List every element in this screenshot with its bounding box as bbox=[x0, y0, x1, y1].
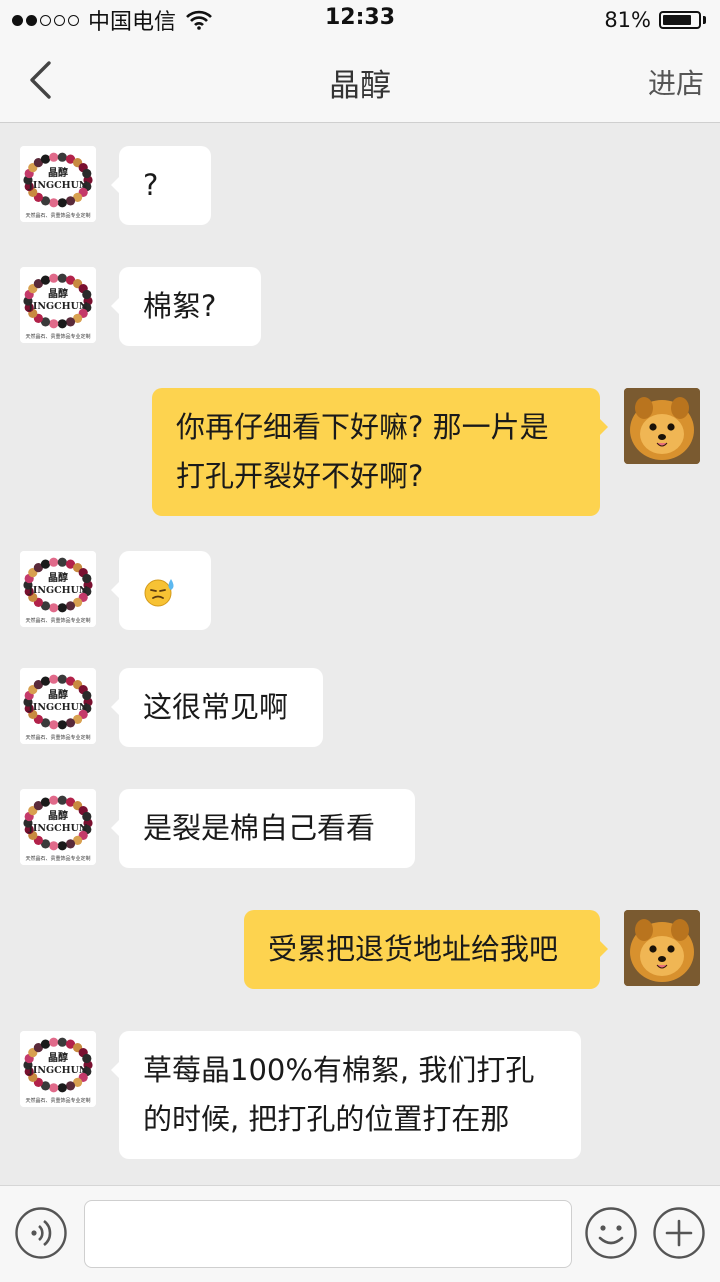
message-text: 是裂是棉自己看看 bbox=[143, 811, 376, 845]
store-avatar[interactable]: 晶醇 JINGCHUN 天然晶石、贵重饰品专业定制 bbox=[20, 668, 96, 744]
battery-status: 81% bbox=[604, 6, 706, 34]
incoming-message-bubble[interactable] bbox=[111, 551, 211, 630]
incoming-message-bubble[interactable]: 是裂是棉自己看看 bbox=[111, 789, 415, 868]
user-avatar[interactable] bbox=[624, 388, 700, 464]
message-text: 的时候, 把打孔的位置打在那 bbox=[143, 1102, 510, 1136]
avatar-name: 晶醇 bbox=[48, 1051, 68, 1064]
avatar-name: 晶醇 bbox=[48, 166, 68, 179]
status-bar: 中国电信 12:33 81% bbox=[0, 0, 720, 40]
nav-bar: 晶醇 进店 bbox=[0, 40, 720, 123]
avatar-brand: JINGCHUN bbox=[27, 301, 88, 312]
plus-icon bbox=[653, 1207, 705, 1259]
avatar-brand: JINGCHUN bbox=[27, 585, 88, 596]
store-avatar[interactable]: 晶醇 JINGCHUN 天然晶石、贵重饰品专业定制 bbox=[20, 789, 96, 865]
avatar-tagline: 天然晶石、贵重饰品专业定制 bbox=[25, 617, 90, 624]
avatar-brand: JINGCHUN bbox=[27, 180, 88, 191]
avatar-tagline: 天然晶石、贵重饰品专业定制 bbox=[25, 734, 90, 741]
more-button[interactable] bbox=[652, 1206, 706, 1260]
battery-cap bbox=[703, 16, 706, 24]
message-input[interactable] bbox=[84, 1200, 572, 1268]
avatar-name: 晶醇 bbox=[48, 571, 68, 584]
sweat-smile-emoji-icon bbox=[143, 573, 177, 607]
message-text: ? bbox=[143, 168, 159, 202]
message-text: 受累把退货地址给我吧 bbox=[268, 932, 559, 966]
outgoing-message-bubble[interactable]: 受累把退货地址给我吧 bbox=[244, 910, 608, 989]
outgoing-message-bubble[interactable]: 你再仔细看下好嘛? 那一片是 打孔开裂好不好啊? bbox=[152, 388, 608, 516]
avatar-tagline: 天然晶石、贵重饰品专业定制 bbox=[25, 212, 90, 219]
message-text: 棉絮? bbox=[143, 289, 217, 323]
store-avatar[interactable]: 晶醇 JINGCHUN 天然晶石、贵重饰品专业定制 bbox=[20, 1031, 96, 1107]
message-text: 这很常见啊 bbox=[143, 690, 289, 724]
page-title: 晶醇 bbox=[329, 68, 391, 104]
incoming-message-bubble[interactable]: 这很常见啊 bbox=[111, 668, 323, 747]
avatar-tagline: 天然晶石、贵重饰品专业定制 bbox=[25, 1097, 90, 1104]
avatar-name: 晶醇 bbox=[48, 688, 68, 701]
incoming-message-bubble[interactable]: 草莓晶100%有棉絮, 我们打孔 的时候, 把打孔的位置打在那 bbox=[111, 1031, 581, 1159]
emoji-button[interactable] bbox=[584, 1206, 638, 1260]
avatar-name: 晶醇 bbox=[48, 809, 68, 822]
store-avatar[interactable]: 晶醇 JINGCHUN 天然晶石、贵重饰品专业定制 bbox=[20, 146, 96, 222]
enter-store-link[interactable]: 进店 bbox=[648, 62, 704, 102]
incoming-message-bubble[interactable]: ? bbox=[111, 146, 211, 225]
avatar-tagline: 天然晶石、贵重饰品专业定制 bbox=[25, 333, 90, 340]
user-avatar[interactable] bbox=[624, 910, 700, 986]
avatar-brand: JINGCHUN bbox=[27, 1065, 88, 1076]
voice-icon bbox=[15, 1207, 67, 1259]
avatar-name: 晶醇 bbox=[48, 287, 68, 300]
message-list[interactable]: 晶醇 JINGCHUN 天然晶石、贵重饰品专业定制 ? 晶醇 JINGCHUN … bbox=[0, 123, 720, 1185]
voice-button[interactable] bbox=[14, 1206, 68, 1260]
message-text: 打孔开裂好不好啊? bbox=[176, 459, 424, 493]
message-text: 你再仔细看下好嘛? 那一片是 bbox=[176, 410, 549, 444]
battery-percent: 81% bbox=[604, 8, 651, 32]
message-text: 草莓晶100%有棉絮, 我们打孔 bbox=[143, 1053, 535, 1087]
store-avatar[interactable]: 晶醇 JINGCHUN 天然晶石、贵重饰品专业定制 bbox=[20, 267, 96, 343]
battery-icon bbox=[659, 11, 701, 29]
input-bar bbox=[0, 1185, 720, 1282]
incoming-message-bubble[interactable]: 棉絮? bbox=[111, 267, 261, 346]
avatar-tagline: 天然晶石、贵重饰品专业定制 bbox=[25, 855, 90, 862]
store-avatar[interactable]: 晶醇 JINGCHUN 天然晶石、贵重饰品专业定制 bbox=[20, 551, 96, 627]
avatar-brand: JINGCHUN bbox=[27, 702, 88, 713]
avatar-brand: JINGCHUN bbox=[27, 823, 88, 834]
smiley-icon bbox=[585, 1207, 637, 1259]
